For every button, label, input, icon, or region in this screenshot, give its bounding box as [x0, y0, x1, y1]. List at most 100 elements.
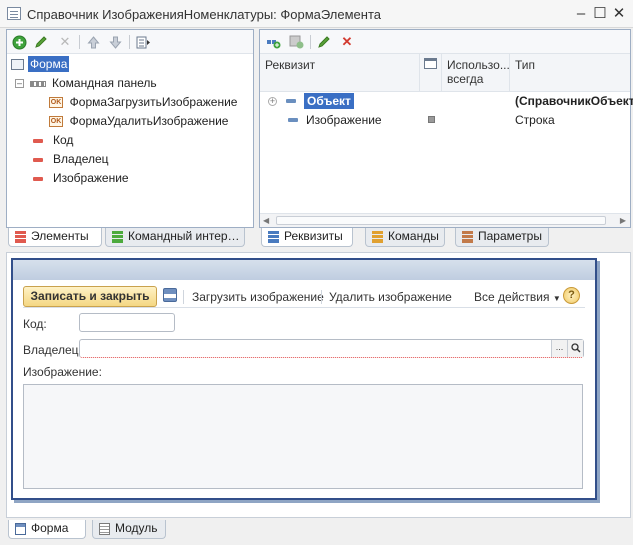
owner-field[interactable]: ... [79, 339, 584, 358]
tab-form[interactable]: Форма [8, 520, 86, 539]
move-up-icon[interactable] [85, 34, 101, 50]
form-preview-header [13, 260, 595, 280]
command-ok-icon: OK [49, 97, 63, 109]
edit-pencil-icon[interactable] [33, 34, 49, 50]
owner-label: Владелец: [23, 343, 82, 357]
title-bar: Справочник ИзображенияНоменклатуры: Форм… [0, 0, 633, 28]
elements-toolbar: ✕ [7, 30, 253, 54]
save-and-close-button[interactable]: Записать и закрыть [23, 286, 157, 307]
command-separator [183, 290, 184, 304]
form-command-bar: Записать и закрыть Загрузить изображение… [23, 284, 585, 308]
field-icon [33, 138, 43, 143]
save-disk-icon[interactable] [163, 288, 177, 302]
form-window-icon [7, 7, 21, 20]
all-actions-menu[interactable]: Все действия ▼ [474, 290, 561, 304]
delete-icon[interactable]: ✕ [57, 34, 73, 50]
help-icon[interactable]: ? [563, 287, 580, 304]
attribute-icon [288, 118, 298, 122]
horizontal-scrollbar[interactable]: ◀ ▶ [260, 213, 630, 227]
tree-item-label: ФормаУдалитьИзображение [69, 114, 229, 128]
image-field[interactable] [23, 384, 583, 489]
column-header-always-use[interactable]: Использо... всегда [442, 54, 510, 92]
add-icon[interactable] [11, 34, 27, 50]
parameters-tab-icon [462, 231, 473, 243]
tree-item-label: Владелец [53, 152, 109, 166]
module-tab-icon [99, 523, 110, 535]
row-type: (СправочникОбъект. [515, 94, 633, 108]
tab-commands[interactable]: Команды [365, 228, 445, 247]
toolbar-separator [129, 35, 130, 49]
table-icon [424, 58, 437, 69]
elements-tabstrip: Элементы Командный интер… [6, 228, 254, 248]
tree-item-label: Изображение [53, 171, 129, 185]
code-field[interactable] [79, 313, 175, 332]
open-search-icon[interactable] [567, 340, 583, 357]
form-icon [11, 59, 24, 71]
tab-command-interface[interactable]: Командный интер… [105, 228, 245, 247]
tab-attributes[interactable]: Реквизиты [261, 228, 353, 247]
form-preview: Записать и закрыть Загрузить изображение… [11, 258, 597, 500]
tree-item-label: ФормаЗагрузитьИзображение [69, 95, 238, 109]
scroll-left-icon[interactable]: ◀ [263, 216, 269, 225]
tab-elements[interactable]: Элементы [8, 228, 102, 247]
tree-item-command-panel[interactable]: – Командная панель [15, 74, 157, 92]
bottom-tabstrip: Форма Модуль [0, 520, 633, 545]
expand-icon[interactable]: + [268, 97, 277, 106]
tree-item-form[interactable]: Форма [11, 55, 70, 73]
tab-module[interactable]: Модуль [92, 520, 166, 539]
maximize-icon[interactable]: ☐ [592, 6, 608, 22]
form-tab-icon [15, 523, 26, 535]
minimize-icon[interactable]: – [573, 6, 589, 22]
table-row[interactable]: Изображение Строка [268, 111, 630, 129]
tab-label: Модуль [115, 521, 158, 535]
toolbar-separator [310, 35, 311, 49]
tree-item-owner[interactable]: Владелец [33, 150, 109, 168]
tree-item-code[interactable]: Код [33, 131, 73, 149]
collapse-icon[interactable]: – [15, 79, 24, 89]
row-attribute-name: Объект [304, 93, 354, 109]
tab-label: Реквизиты [284, 229, 343, 243]
edit-pencil-icon[interactable] [316, 34, 332, 50]
delete-icon[interactable]: ✕ [339, 34, 355, 50]
field-icon [33, 176, 43, 181]
select-button[interactable]: ... [551, 340, 567, 357]
list-arrow-icon[interactable] [135, 34, 151, 50]
row-type: Строка [515, 113, 555, 127]
command-separator [321, 290, 322, 304]
elements-tab-icon [15, 231, 26, 243]
add-attribute-icon[interactable] [265, 34, 281, 50]
all-actions-label: Все действия [474, 290, 550, 304]
attributes-tabstrip: Реквизиты Команды Параметры [259, 228, 631, 248]
column-header-attribute[interactable]: Реквизит [260, 54, 420, 92]
tab-parameters[interactable]: Параметры [455, 228, 549, 247]
move-down-icon[interactable] [107, 34, 123, 50]
attribute-icon [286, 99, 296, 103]
tab-label: Форма [31, 521, 69, 535]
window-title: Справочник ИзображенияНоменклатуры: Форм… [27, 7, 382, 22]
tree-item-label: Командная панель [52, 76, 157, 90]
table-row[interactable]: + Объект (СправочникОбъект. [268, 92, 633, 110]
command-interface-tab-icon [112, 231, 123, 243]
attributes-pane: ✕ Реквизит Использо... всегда Тип + Объе… [259, 29, 633, 228]
image-label: Изображение: [23, 365, 102, 379]
always-use-checkbox[interactable] [428, 116, 435, 123]
tree-item-label: Код [53, 133, 74, 147]
tab-label: Элементы [31, 229, 89, 243]
column-header-type[interactable]: Тип [510, 54, 630, 92]
tree-item-label: Форма [28, 56, 70, 72]
scroll-thumb[interactable] [276, 216, 606, 225]
close-icon[interactable]: ✕ [611, 6, 627, 22]
tree-item-delete-image[interactable]: OK ФормаУдалитьИзображение [49, 112, 228, 130]
add-from-icon[interactable] [288, 34, 304, 50]
commands-tab-icon [372, 231, 383, 243]
attributes-toolbar: ✕ [260, 30, 630, 54]
delete-image-button[interactable]: Удалить изображение [329, 290, 452, 304]
tree-item-load-image[interactable]: OK ФормаЗагрузитьИзображение [49, 93, 237, 111]
tree-item-image[interactable]: Изображение [33, 169, 129, 187]
tab-label: Командный интер… [128, 229, 240, 243]
scroll-right-icon[interactable]: ▶ [620, 216, 626, 225]
toolbar-separator [79, 35, 80, 49]
field-icon [33, 157, 43, 162]
load-image-button[interactable]: Загрузить изображение [192, 290, 324, 304]
column-header-icon[interactable] [420, 54, 442, 92]
